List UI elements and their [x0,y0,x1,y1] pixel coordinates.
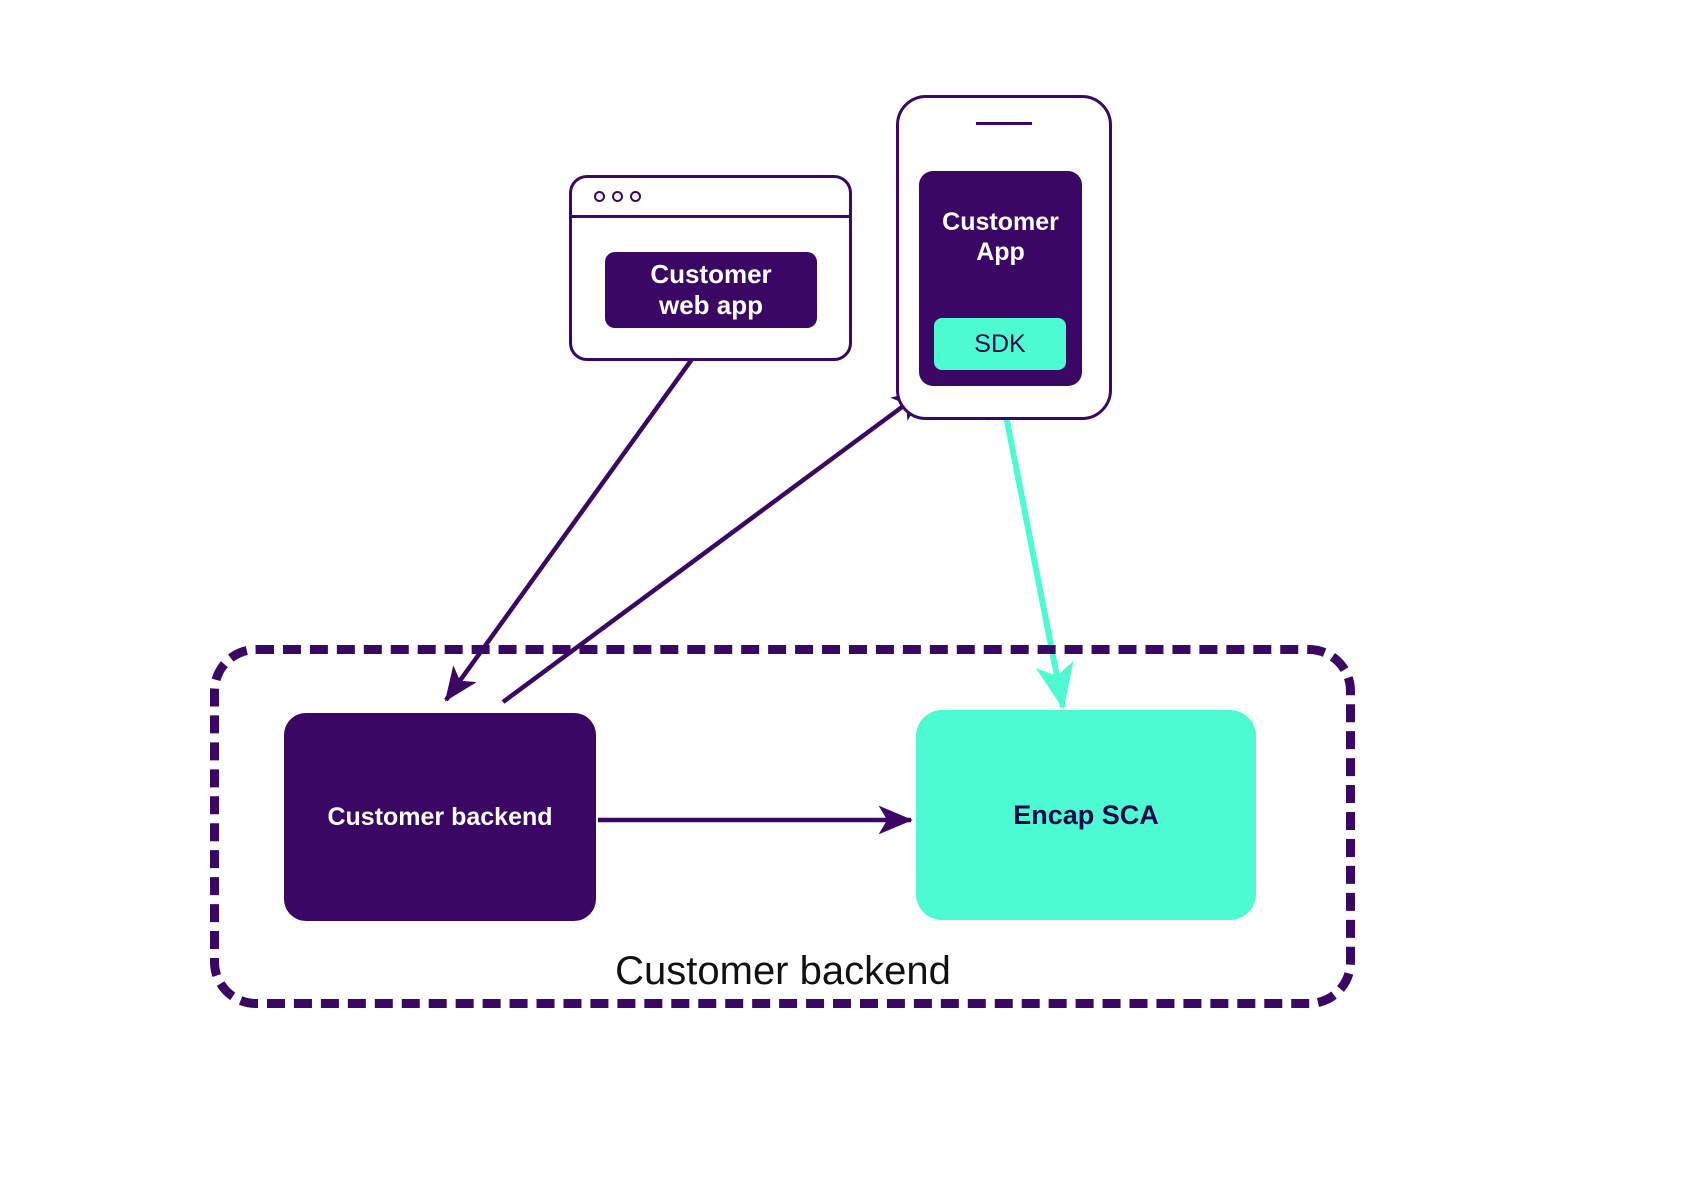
customer-web-app-node[interactable]: Customer web app [605,252,817,328]
customer-backend-zone-caption: Customer backend [603,941,963,1001]
customer-web-app-label-line1: Customer [650,259,772,290]
customer-backend-node[interactable]: Customer backend [284,713,596,921]
browser-titlebar [572,178,849,218]
window-dot-icon-1 [594,191,605,202]
customer-app-label-line2: App [976,238,1025,266]
connector-layer [444,328,1074,835]
customer-app-label-line1: Customer [942,208,1059,236]
window-dot-icon-2 [612,191,623,202]
encap-sca-label: Encap SCA [1013,799,1159,830]
sdk-node[interactable]: SDK [934,318,1066,370]
customer-backend-label: Customer backend [327,802,553,831]
phone-speaker-icon [976,122,1032,125]
diagram-canvas: Customer web app Customer App SDK Custom… [0,0,1700,1200]
customer-web-app-label-line2: web app [658,290,763,320]
customer-backend-zone-caption-text: Customer backend [615,948,951,993]
sdk-label: SDK [974,329,1026,358]
encap-sca-node[interactable]: Encap SCA [916,710,1256,920]
window-dot-icon-3 [630,191,641,202]
